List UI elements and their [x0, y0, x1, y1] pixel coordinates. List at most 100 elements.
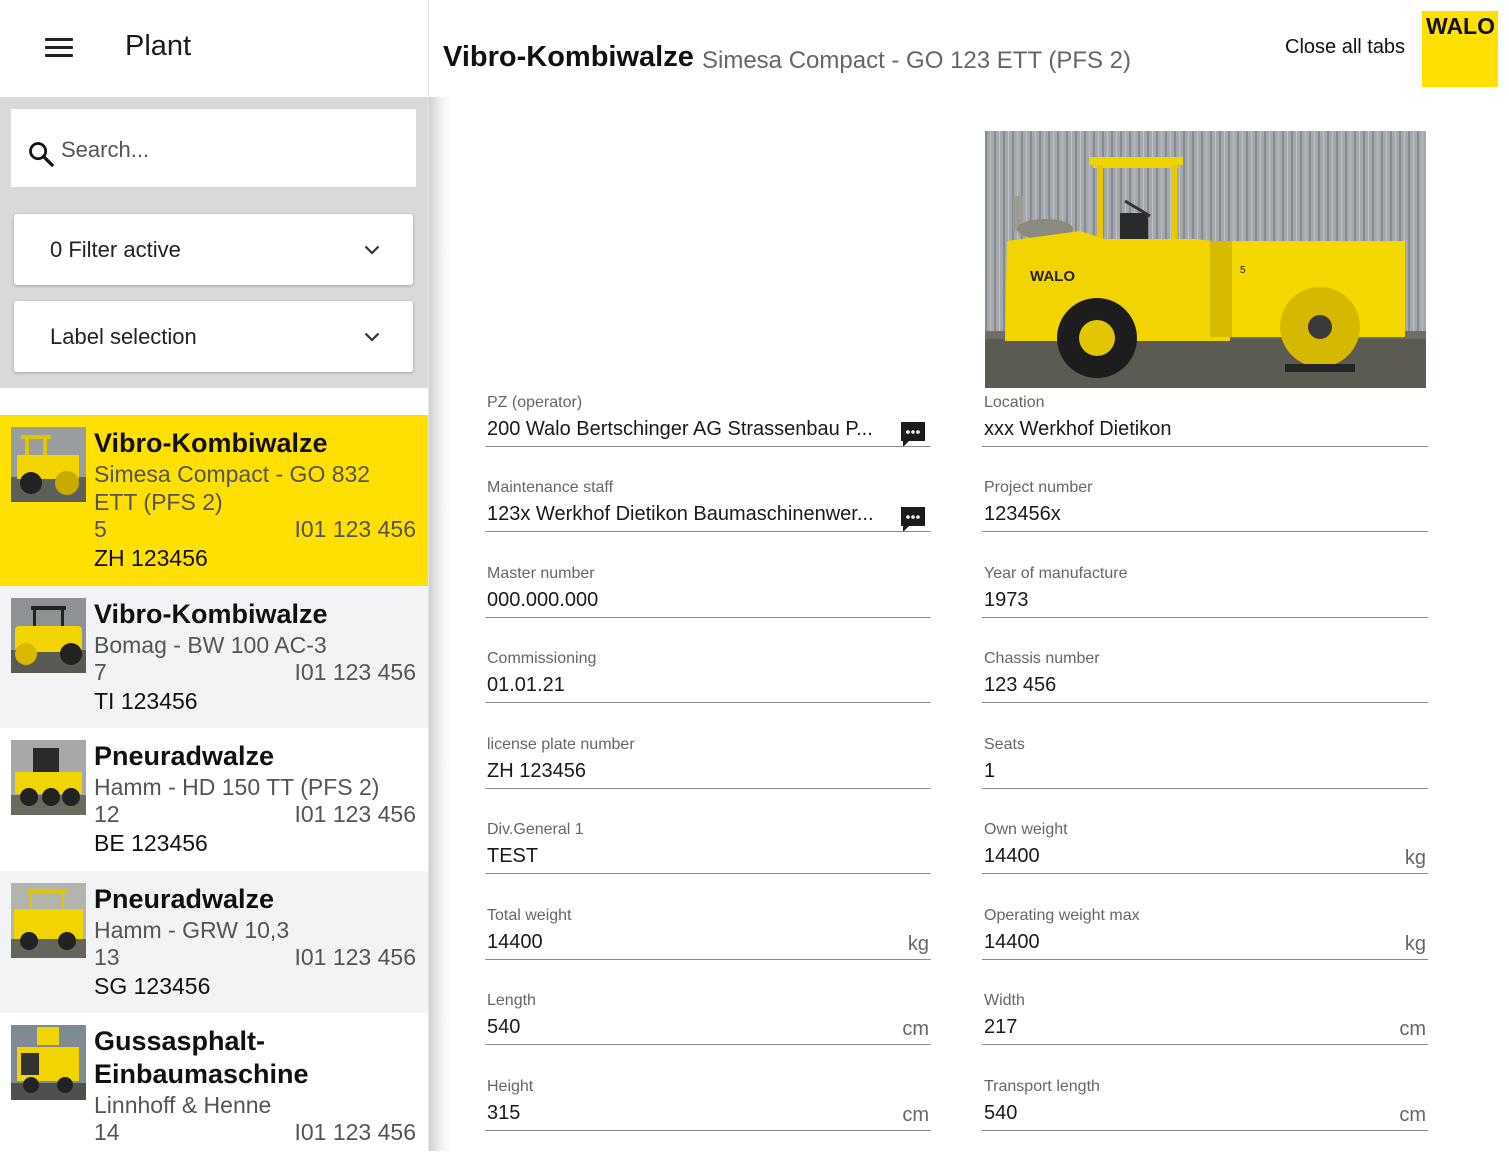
filter-dropdown[interactable]: 0 Filter active [14, 214, 413, 285]
field-value: xxx Werkhof Dietikon [984, 418, 1172, 440]
field-project-number[interactable]: Project number 123456x [982, 479, 1428, 564]
field-label: Div.General 1 [487, 821, 584, 838]
plant-plate: TI 123456 [94, 688, 198, 714]
close-all-tabs-button[interactable]: Close all tabs [1285, 36, 1405, 59]
menu-icon[interactable] [45, 38, 73, 58]
plant-model: Hamm - HD 150 TT (PFS 2) [94, 774, 380, 800]
sidebar-title: Plant [125, 30, 192, 62]
field-unit: cm [1399, 1018, 1426, 1040]
field-own-weight[interactable]: Own weight 14400 kg [982, 821, 1428, 906]
plant-plate: BE 123456 [94, 830, 208, 856]
field-div-general-1[interactable]: Div.General 1 TEST [485, 821, 931, 906]
page-subtitle: Simesa Compact - GO 123 ETT (PFS 2) [702, 47, 1132, 74]
search-input[interactable] [59, 131, 403, 169]
field-underline [982, 788, 1428, 789]
plant-thumbnail [11, 598, 86, 673]
field-underline [982, 1130, 1428, 1131]
search-icon [29, 142, 54, 167]
field-license-plate[interactable]: license plate number ZH 123456 [485, 736, 931, 821]
field-label: Operating weight max [984, 907, 1140, 924]
plant-numbers: 12 I01 123 456 [94, 801, 416, 829]
plant-list-item[interactable]: Vibro-Kombiwalze Simesa Compact - GO 832… [0, 415, 428, 586]
field-underline [982, 873, 1428, 874]
field-unit: cm [902, 1104, 929, 1126]
field-unit: cm [902, 1018, 929, 1040]
label-selection-dropdown[interactable]: Label selection [14, 301, 413, 372]
plant-inventory-number: I01 123 456 [294, 1119, 416, 1145]
field-underline [982, 959, 1428, 960]
plant-list-item[interactable]: Pneuradwalze Hamm - HD 150 TT (PFS 2) 12… [0, 728, 428, 871]
photo-number-plate: 5 [1240, 265, 1246, 276]
field-label: Master number [487, 565, 595, 582]
plant-numbers: 5 I01 123 456 [94, 516, 416, 544]
field-underline [982, 531, 1428, 532]
field-value: 14400 [984, 845, 1040, 867]
field-label: Commissioning [487, 650, 597, 667]
field-master-number[interactable]: Master number 000.000.000 [485, 565, 931, 650]
field-value: 217 [984, 1016, 1018, 1038]
field-value: 000.000.000 [487, 589, 599, 611]
field-label: Location [984, 394, 1045, 411]
label-selection-label: Label selection [50, 324, 197, 349]
field-commissioning[interactable]: Commissioning 01.01.21 [485, 650, 931, 735]
plant-name: Pneuradwalze [94, 741, 275, 771]
plant-list-item[interactable]: Vibro-Kombiwalze Bomag - BW 100 AC-3 7 I… [0, 586, 428, 728]
chevron-down-icon [364, 245, 380, 255]
field-underline [485, 1130, 931, 1131]
field-label: Maintenance staff [487, 479, 614, 496]
field-seats[interactable]: Seats 1 [982, 736, 1428, 821]
field-value: 123456x [984, 503, 1061, 525]
field-value: 315 [487, 1102, 521, 1124]
field-operating-weight-max[interactable]: Operating weight max 14400 kg [982, 907, 1428, 992]
plant-plate: ZH 123456 [94, 545, 208, 571]
field-label: Total weight [487, 907, 572, 924]
plant-info: Vibro-Kombiwalze Simesa Compact - GO 832… [94, 427, 416, 573]
field-underline [982, 702, 1428, 703]
field-unit: kg [907, 933, 929, 955]
plant-thumbnail [11, 740, 86, 815]
field-value: ZH 123456 [487, 760, 586, 782]
sidebar-shadow [429, 97, 451, 1151]
plant-number: 14 [94, 1119, 120, 1145]
field-location[interactable]: Location xxx Werkhof Dietikon [982, 394, 1428, 479]
field-transport-length[interactable]: Transport length 540 cm [982, 1078, 1428, 1163]
field-underline [485, 531, 931, 532]
plant-numbers: 14 I01 123 456 [94, 1119, 416, 1147]
field-label: Year of manufacture [984, 565, 1128, 582]
field-length[interactable]: Length 540 cm [485, 992, 931, 1077]
field-height[interactable]: Height 315 cm [485, 1078, 931, 1163]
field-underline [485, 959, 931, 960]
field-year-of-manufacture[interactable]: Year of manufacture 1973 [982, 565, 1428, 650]
field-label: license plate number [487, 736, 635, 753]
plant-name: Vibro-Kombiwalze [94, 599, 328, 629]
field-pz-operator[interactable]: PZ (operator) 200 Walo Bertschinger AG S… [485, 394, 931, 479]
sidebar-controls: 0 Filter active Label selection [0, 97, 428, 388]
field-value: 123x Werkhof Dietikon Baumaschinenwer... [487, 503, 874, 525]
plant-inventory-number: I01 123 456 [294, 659, 416, 685]
field-maintenance-staff[interactable]: Maintenance staff 123x Werkhof Dietikon … [485, 479, 931, 564]
plant-list-item[interactable]: Gussasphalt-Einbaumaschine Linnhoff & He… [0, 1013, 428, 1151]
plant-model: Linnhoff & Henne [94, 1092, 272, 1118]
field-label: Transport length [984, 1078, 1100, 1095]
search-box[interactable] [11, 109, 416, 187]
field-underline [485, 788, 931, 789]
plant-model: Simesa Compact - GO 832 ETT (PFS 2) [94, 461, 371, 515]
field-width[interactable]: Width 217 cm [982, 992, 1428, 1077]
field-chassis-number[interactable]: Chassis number 123 456 [982, 650, 1428, 735]
filter-dropdown-label: 0 Filter active [50, 237, 181, 262]
plant-list: Vibro-Kombiwalze Simesa Compact - GO 832… [0, 388, 428, 1151]
plant-number: 12 [94, 801, 120, 827]
plant-plate: SG 123456 [94, 973, 211, 999]
plant-list-item[interactable]: Pneuradwalze Hamm - GRW 10,3 13 I01 123 … [0, 871, 428, 1013]
field-value: 123 456 [984, 674, 1057, 696]
field-value: 14400 [487, 931, 543, 953]
field-underline [485, 1044, 931, 1045]
field-underline [982, 446, 1428, 447]
field-total-weight[interactable]: Total weight 14400 kg [485, 907, 931, 992]
field-label: Length [487, 992, 536, 1009]
field-underline [485, 617, 931, 618]
field-value: 200 Walo Bertschinger AG Strassenbau P..… [487, 418, 873, 440]
field-unit: cm [1399, 1104, 1426, 1126]
field-unit: kg [1404, 847, 1426, 869]
plant-info: Pneuradwalze Hamm - HD 150 TT (PFS 2) 12… [94, 740, 416, 858]
